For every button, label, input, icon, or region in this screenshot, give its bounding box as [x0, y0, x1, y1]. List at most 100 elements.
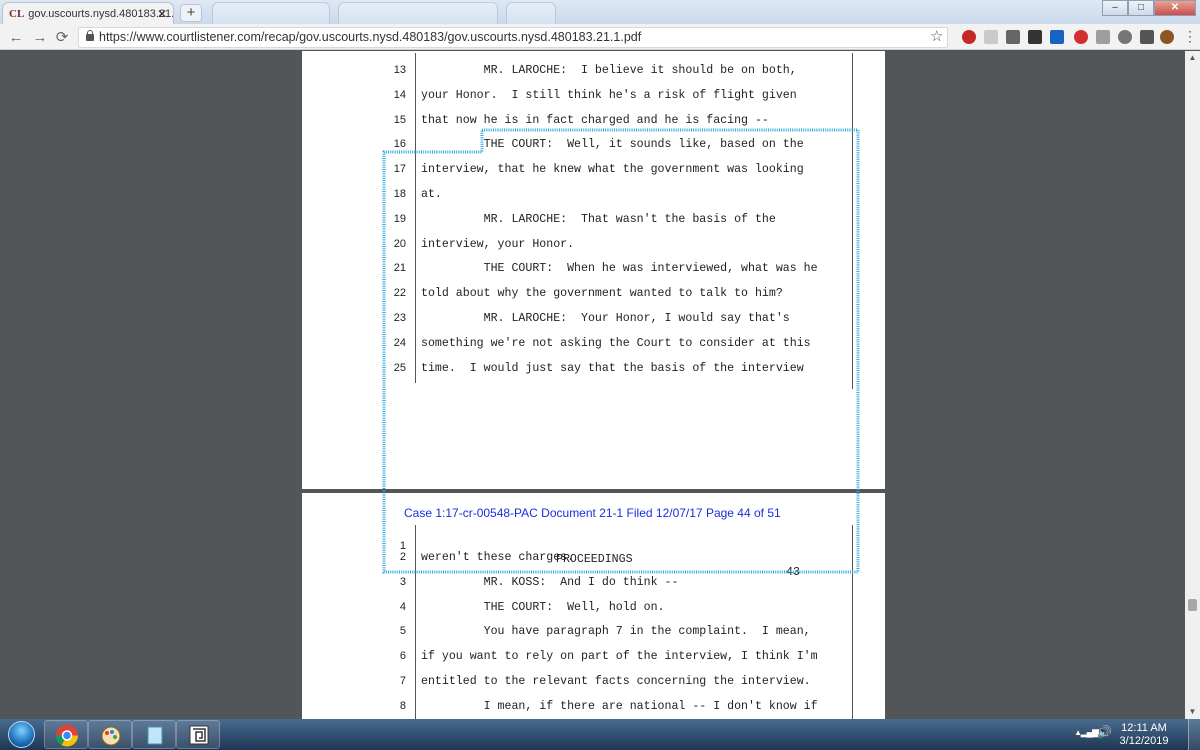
line-text: something we're not asking the Court to … [421, 336, 811, 350]
extension-ublock-icon[interactable] [962, 30, 976, 44]
tab-strip: CL gov.uscourts.nysd.480183.21.1.p ✕ + – … [0, 0, 1200, 24]
transcript-line: 4 THE COURT: Well, hold on. [302, 601, 885, 625]
line-number: 16 [393, 138, 406, 151]
background-tab-ghost [506, 2, 556, 24]
line-text: THE COURT: Well, hold on. [421, 600, 665, 614]
line-text: You have paragraph 7 in the complaint. I… [421, 625, 811, 639]
line-text: if you want to rely on part of the inter… [421, 650, 818, 664]
pdf-page-44: Case 1:17-cr-00548-PAC Document 21-1 Fil… [302, 493, 885, 719]
line-text: interview, your Honor. [421, 237, 575, 251]
extension-screen-icon[interactable] [984, 30, 998, 44]
transcript-line: 19 MR. LAROCHE: That wasn't the basis of… [302, 213, 885, 237]
window-controls: – □ ✕ [1102, 0, 1196, 18]
extension-grid-icon[interactable] [1140, 30, 1154, 44]
line-number: 6 [399, 650, 406, 663]
start-button[interactable] [2, 719, 40, 750]
extension-download-icon[interactable] [1050, 30, 1064, 44]
line-number: 14 [393, 88, 406, 101]
extension-play-icon[interactable] [1074, 30, 1088, 44]
taskbar-app-maze[interactable] [176, 720, 220, 749]
maze-app-icon [189, 725, 209, 745]
extension-barcode-icon[interactable] [1096, 30, 1110, 44]
right-margin-rule [852, 53, 853, 389]
courtlistener-favicon-icon: CL [9, 8, 25, 20]
forward-button[interactable]: → [30, 28, 50, 48]
network-icon[interactable]: ▂▄▆ [1081, 727, 1099, 738]
transcript-line: 15 that now he is in fact charged and he … [302, 114, 885, 138]
tab-active[interactable]: CL gov.uscourts.nysd.480183.21.1.p ✕ [2, 2, 174, 24]
line-text: told about why the government wanted to … [421, 287, 783, 301]
line-number: 25 [393, 361, 406, 374]
windows-logo-icon [8, 721, 35, 748]
transcript-line: 23 MR. LAROCHE: Your Honor, I would say … [302, 312, 885, 336]
pdf-page-43: 13 MR. LAROCHE: I believe it should be o… [302, 51, 885, 489]
line-text: MR. KOSS: And I do think -- [421, 575, 679, 589]
line-number: 21 [393, 262, 406, 275]
scrollbar-thumb[interactable] [1188, 599, 1197, 611]
line-text: entitled to the relevant facts concernin… [421, 675, 811, 688]
line-number: 13 [393, 64, 406, 76]
transcript-line: 2 weren't these charges. [302, 551, 885, 575]
taskbar-app-notepad[interactable] [132, 720, 176, 749]
line-text: MR. LAROCHE: I believe it should be on b… [421, 64, 797, 77]
line-text: interview, that he knew what the governm… [421, 163, 804, 177]
transcript-line: 7 entitled to the relevant facts concerni… [302, 675, 885, 699]
show-desktop-button[interactable] [1188, 719, 1200, 750]
profile-avatar-icon[interactable] [1160, 30, 1174, 44]
scroll-up-arrow-icon[interactable]: ▲ [1185, 51, 1200, 65]
scroll-down-arrow-icon[interactable]: ▼ [1185, 705, 1200, 719]
address-bar[interactable]: https://www.courtlistener.com/recap/gov.… [78, 27, 948, 48]
extension-printer-icon[interactable] [1006, 30, 1020, 44]
windows-taskbar: ▲ ▂▄▆ 🔊 12:11 AM 3/12/2019 [0, 719, 1200, 750]
line-number: 8 [399, 699, 406, 712]
bookmark-star-icon[interactable]: ☆ [930, 27, 943, 45]
reload-button[interactable]: ⟳ [52, 28, 72, 48]
clock-date[interactable]: 3/12/2019 [1114, 735, 1174, 747]
line-number: 18 [393, 188, 406, 200]
line-text: at. [421, 188, 442, 201]
close-window-button[interactable]: ✕ [1154, 0, 1196, 16]
transcript-line: 5 You have paragraph 7 in the complaint.… [302, 625, 885, 649]
extension-puzzle-icon[interactable] [1118, 30, 1132, 44]
transcript-line: 21 THE COURT: When he was interviewed, w… [302, 262, 885, 286]
line-text: THE COURT: When he was interviewed, what… [421, 262, 818, 276]
line-number: 17 [393, 163, 406, 176]
transcript-line: 16 THE COURT: Well, it sounds like, base… [302, 138, 885, 162]
line-text: weren't these charges. [421, 551, 575, 564]
transcript-line: 1 PROCEEDINGS 43 [302, 527, 885, 579]
line-number: 4 [399, 600, 406, 613]
transcript-line: 3 MR. KOSS: And I do think -- [302, 576, 885, 600]
transcript-line: 22 told about why the government wanted t… [302, 287, 885, 311]
clock-time[interactable]: 12:11 AM [1114, 722, 1174, 734]
chrome-icon [56, 724, 78, 747]
vertical-scrollbar[interactable]: ▲ ▼ [1185, 51, 1200, 719]
line-text: MR. LAROCHE: That wasn't the basis of th… [421, 212, 776, 226]
extension-calendar-icon[interactable] [1028, 30, 1042, 44]
background-tab-ghost [338, 2, 498, 24]
taskbar-app-paint[interactable] [88, 720, 132, 749]
tab-close-icon[interactable]: ✕ [157, 3, 167, 24]
browser-chrome: CL gov.uscourts.nysd.480183.21.1.p ✕ + – … [0, 0, 1200, 50]
menu-icon[interactable]: ⋮ [1183, 28, 1197, 45]
transcript-line: 6 if you want to rely on part of the inte… [302, 650, 885, 674]
transcript-line: 8 I mean, if there are national -- I don… [302, 700, 885, 719]
line-text: I mean, if there are national -- I don't… [421, 699, 818, 713]
volume-icon[interactable]: 🔊 [1097, 725, 1112, 739]
taskbar-app-chrome[interactable] [44, 720, 88, 749]
line-number-rule [415, 53, 416, 383]
browser-toolbar: ← → ⟳ https://www.courtlistener.com/reca… [0, 25, 1200, 50]
line-number: 24 [393, 336, 406, 349]
back-button[interactable]: ← [6, 28, 26, 48]
maximize-button[interactable]: □ [1128, 0, 1154, 16]
transcript-line: 14 your Honor. I still think he's a risk … [302, 89, 885, 113]
line-text: THE COURT: Well, it sounds like, based o… [421, 138, 804, 152]
transcript-line: 18 at. [302, 188, 885, 212]
tab-title: gov.uscourts.nysd.480183.21.1.p [28, 8, 174, 20]
paint-icon [101, 726, 121, 746]
minimize-button[interactable]: – [1102, 0, 1128, 16]
transcript-line: 20 interview, your Honor. [302, 238, 885, 262]
new-tab-button[interactable]: + [180, 4, 202, 22]
transcript-line: 24 something we're not asking the Court t… [302, 337, 885, 361]
line-number: 5 [399, 625, 406, 638]
line-number: 19 [393, 212, 406, 225]
